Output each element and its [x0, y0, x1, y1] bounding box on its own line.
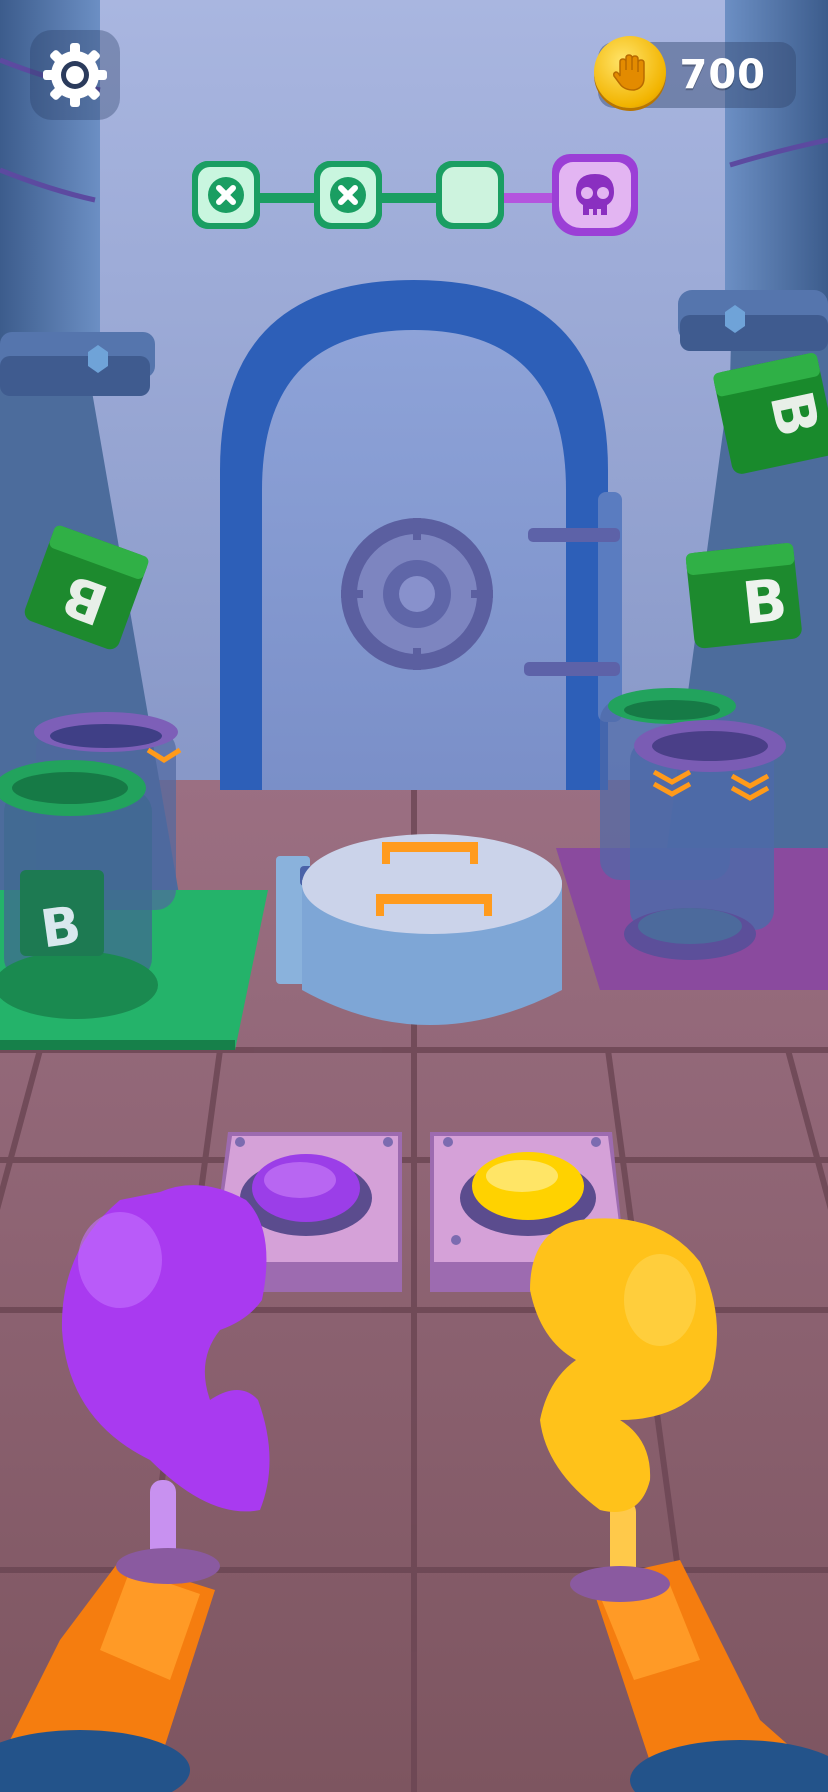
x-icon — [330, 177, 366, 213]
svg-text:B: B — [739, 566, 790, 638]
progress-connector — [380, 193, 440, 203]
stage-node-boss — [552, 154, 638, 236]
stage-node-1 — [192, 161, 260, 229]
level-progress — [0, 0, 828, 260]
x-icon — [208, 177, 244, 213]
progress-connector — [260, 193, 320, 203]
stage-node-current — [436, 161, 504, 229]
game-scene: B B B B — [0, 0, 828, 1792]
block-label: B — [37, 895, 85, 960]
center-pedestal — [276, 834, 562, 1025]
letter-block-right: B — [685, 543, 802, 649]
stage-node-2 — [314, 161, 382, 229]
progress-connector — [500, 193, 560, 203]
skull-icon — [576, 174, 614, 215]
vault-door — [220, 280, 622, 790]
